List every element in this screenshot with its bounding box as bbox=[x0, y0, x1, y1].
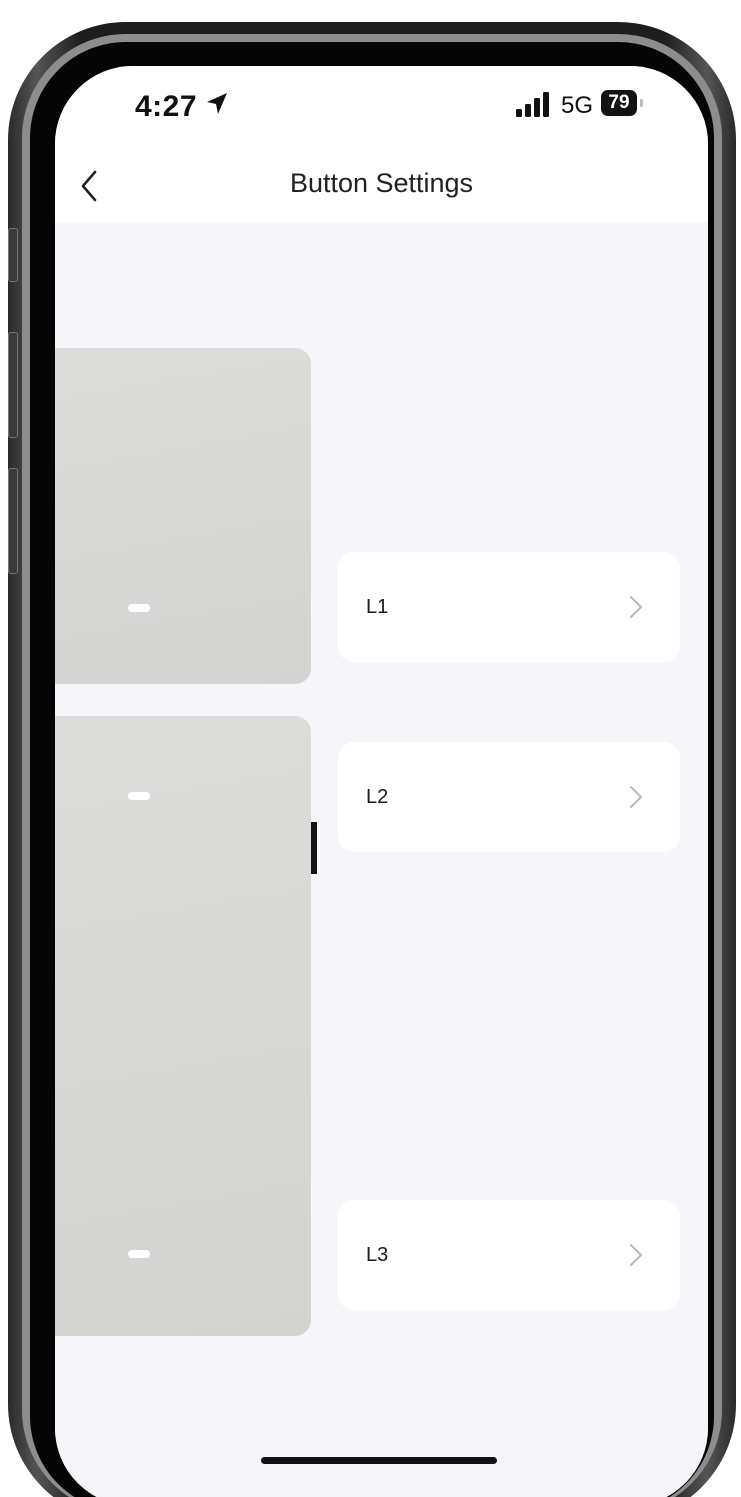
button-label: L2 bbox=[366, 786, 389, 808]
indicator-light bbox=[128, 604, 150, 612]
volume-up-button bbox=[8, 332, 18, 438]
volume-down-button bbox=[8, 468, 18, 574]
battery-icon: 79 bbox=[601, 90, 637, 116]
home-indicator[interactable] bbox=[261, 1457, 497, 1464]
page-title: Button Settings bbox=[289, 168, 474, 198]
navigation-bar: Button Settings bbox=[55, 146, 708, 222]
chevron-right-icon bbox=[630, 786, 642, 808]
mute-switch bbox=[8, 228, 18, 282]
phone-screen: 4:27 5G 79 Button Settings L1 L2 L3 bbox=[55, 66, 708, 1497]
chevron-right-icon bbox=[630, 596, 642, 618]
button-label: L3 bbox=[366, 1244, 389, 1266]
button-item-l1[interactable]: L1 bbox=[338, 552, 680, 662]
location-arrow-icon bbox=[207, 93, 227, 114]
battery-tip bbox=[640, 99, 643, 107]
status-time: 4:27 bbox=[135, 90, 198, 123]
switch-button-bottom bbox=[55, 716, 311, 1336]
network-type: 5G bbox=[561, 92, 594, 119]
button-settings-content: L1 L2 L3 bbox=[55, 222, 708, 1497]
button-item-l3[interactable]: L3 bbox=[338, 1200, 680, 1310]
button-label: L1 bbox=[366, 596, 389, 618]
chevron-right-icon bbox=[630, 1244, 642, 1266]
status-bar: 4:27 5G 79 bbox=[55, 66, 708, 146]
indicator-light bbox=[128, 1250, 150, 1258]
cellular-signal-icon bbox=[516, 92, 549, 117]
app-screenshot: 4:27 5G 79 Button Settings L1 L2 L3 bbox=[0, 0, 741, 1497]
button-item-l2[interactable]: L2 bbox=[338, 742, 680, 852]
indicator-light bbox=[128, 792, 150, 800]
switch-button-top bbox=[55, 348, 311, 684]
